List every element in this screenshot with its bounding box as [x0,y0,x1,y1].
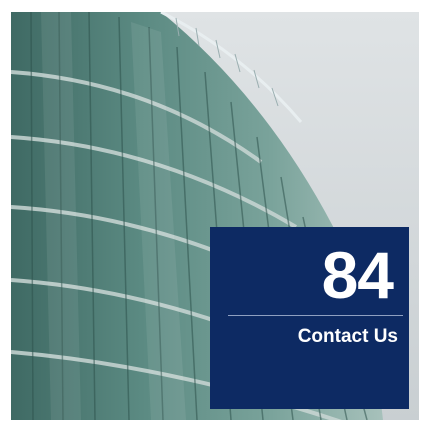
card-divider [228,315,403,316]
page-frame: 84 Contact Us [0,0,430,431]
contact-card[interactable]: 84 Contact Us [210,227,409,409]
card-number: 84 [321,238,394,312]
contact-us-link[interactable]: Contact Us [298,325,398,349]
